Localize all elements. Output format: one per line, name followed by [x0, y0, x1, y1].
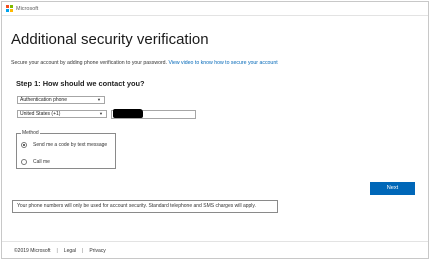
phone-usage-notice: Your phone numbers will only be used for… [12, 200, 278, 213]
copyright-text: ©2019 Microsoft [14, 248, 51, 254]
redaction-mark [113, 109, 143, 118]
step-heading: Step 1: How should we contact you? [16, 79, 145, 88]
method-option-call[interactable]: Call me [21, 159, 50, 165]
intro-text: Secure your account by adding phone veri… [11, 60, 278, 66]
microsoft-logo: Microsoft [6, 5, 38, 12]
logo-text: Microsoft [16, 5, 39, 12]
country-value: United States (+1) [20, 111, 61, 117]
chevron-down-icon: ▼ [97, 97, 101, 102]
method-option-label: Call me [33, 159, 50, 165]
country-select[interactable]: United States (+1) ▼ [17, 110, 107, 118]
video-help-link[interactable]: View video to know how to secure your ac… [168, 60, 277, 66]
legal-link[interactable]: Legal [64, 248, 76, 254]
privacy-link[interactable]: Privacy [89, 248, 105, 254]
radio-unselected-icon[interactable] [21, 159, 27, 165]
method-option-label: Send me a code by text message [33, 142, 108, 148]
method-option-text[interactable]: Send me a code by text message [21, 142, 107, 148]
contact-method-select[interactable]: Authentication phone ▼ [17, 96, 105, 104]
microsoft-logo-icon [6, 5, 13, 12]
chevron-down-icon: ▼ [99, 111, 103, 116]
page-title: Additional security verification [11, 31, 209, 48]
contact-method-value: Authentication phone [20, 97, 67, 103]
footer-links: ©2019 Microsoft | Legal | Privacy [14, 248, 106, 254]
footer: ©2019 Microsoft | Legal | Privacy [2, 241, 428, 259]
top-bar: Microsoft [2, 2, 428, 16]
page-frame: Microsoft Additional security verificati… [1, 1, 429, 259]
method-legend: Method [21, 130, 40, 136]
footer-separator: | [82, 248, 84, 254]
intro-description: Secure your account by adding phone veri… [11, 60, 169, 66]
radio-selected-icon[interactable] [21, 142, 27, 148]
next-button[interactable]: Next [370, 182, 415, 195]
footer-separator: | [56, 248, 58, 254]
